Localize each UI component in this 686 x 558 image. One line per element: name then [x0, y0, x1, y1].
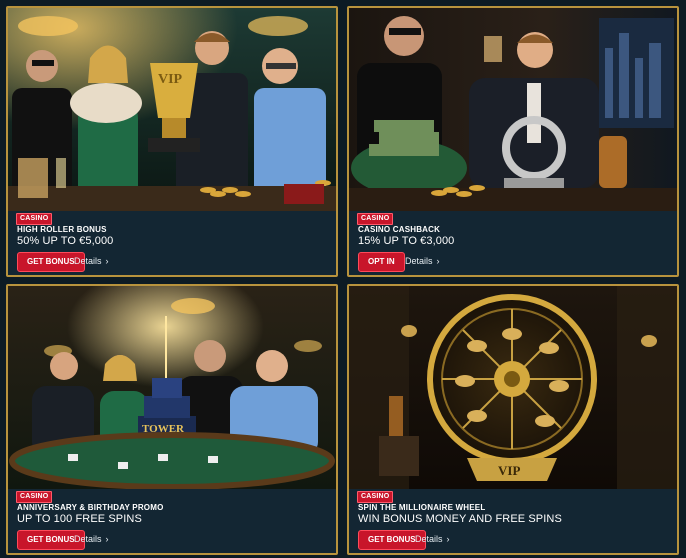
chevron-right-icon: ›	[436, 256, 440, 266]
promo-image-cashback[interactable]	[349, 8, 677, 211]
promotions-grid: VIP CASINO HIGH ROLLER BONUS 50% UP TO €…	[0, 0, 686, 558]
promo-title: UP TO 100 FREE SPINS	[17, 513, 142, 525]
chevron-right-icon: ›	[446, 534, 450, 544]
details-label: Details	[74, 256, 102, 266]
details-label: Details	[415, 534, 443, 544]
promo-card-millionaire-wheel[interactable]: VIP CASINO SPIN THE MILLIONAIRE WHEEL WI…	[347, 284, 679, 555]
opt-in-button[interactable]: OPT IN	[358, 252, 405, 272]
promo-card-anniversary[interactable]: TOWER CASINO ANNIVERSARY & BIRTHDAY PROM…	[6, 284, 338, 555]
promo-info: CASINO CASINO CASHBACK 15% UP TO €3,000 …	[349, 211, 677, 275]
promo-info: CASINO HIGH ROLLER BONUS 50% UP TO €5,00…	[8, 211, 336, 275]
casino-badge: CASINO	[357, 491, 394, 503]
promo-image-millionaire-wheel[interactable]: VIP	[349, 286, 677, 489]
promo-subtitle: ANNIVERSARY & BIRTHDAY PROMO	[17, 503, 164, 512]
details-link[interactable]: Details ›	[405, 256, 440, 266]
chevron-right-icon: ›	[105, 534, 109, 544]
details-label: Details	[405, 256, 433, 266]
details-link[interactable]: Details ›	[415, 534, 450, 544]
details-link[interactable]: Details ›	[74, 534, 109, 544]
promo-subtitle: SPIN THE MILLIONAIRE WHEEL	[358, 503, 486, 512]
casino-badge: CASINO	[357, 213, 394, 225]
casino-badge: CASINO	[16, 213, 53, 225]
vip-plaque-label: VIP	[498, 463, 520, 478]
casino-badge: CASINO	[16, 491, 53, 503]
promo-image-anniversary[interactable]: TOWER	[8, 286, 336, 489]
promo-info: CASINO SPIN THE MILLIONAIRE WHEEL WIN BO…	[349, 489, 677, 553]
promo-info: CASINO ANNIVERSARY & BIRTHDAY PROMO UP T…	[8, 489, 336, 553]
promo-title: 15% UP TO €3,000	[358, 235, 455, 247]
details-label: Details	[74, 534, 102, 544]
promo-card-cashback[interactable]: CASINO CASINO CASHBACK 15% UP TO €3,000 …	[347, 6, 679, 277]
svg-text:VIP: VIP	[158, 72, 183, 87]
promo-subtitle: HIGH ROLLER BONUS	[17, 225, 107, 234]
chevron-right-icon: ›	[105, 256, 109, 266]
details-link[interactable]: Details ›	[74, 256, 109, 266]
promo-title: WIN BONUS MONEY AND FREE SPINS	[358, 513, 562, 525]
promo-image-high-roller[interactable]: VIP	[8, 8, 336, 211]
promo-card-high-roller[interactable]: VIP CASINO HIGH ROLLER BONUS 50% UP TO €…	[6, 6, 338, 277]
promo-title: 50% UP TO €5,000	[17, 235, 114, 247]
promo-subtitle: CASINO CASHBACK	[358, 225, 441, 234]
